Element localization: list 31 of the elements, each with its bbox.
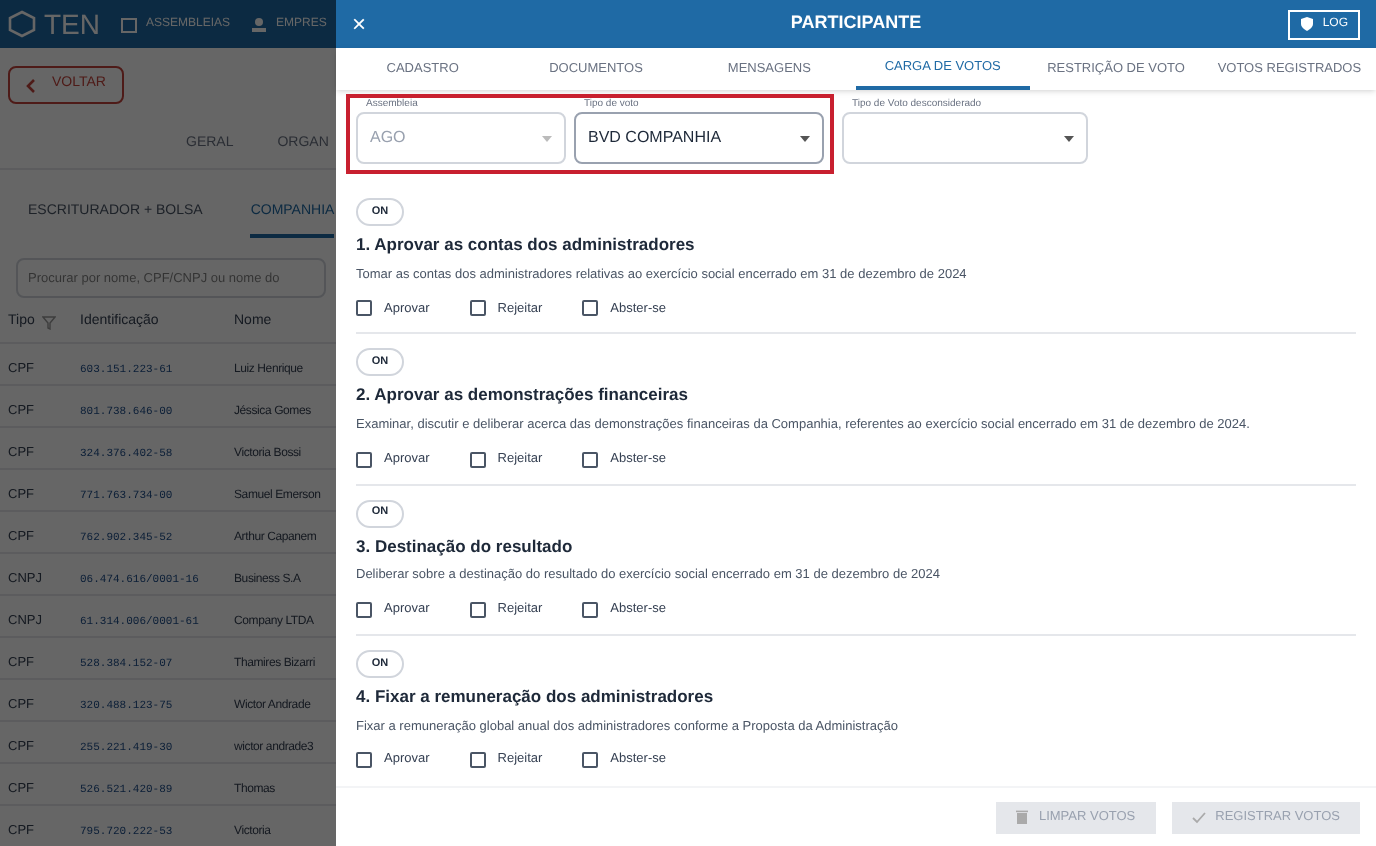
select-field[interactable] — [842, 112, 1088, 164]
checkbox[interactable] — [582, 300, 599, 317]
checkbox[interactable] — [469, 601, 486, 618]
trash-icon — [1016, 810, 1029, 824]
question-title: 1. Aprovar as contas dos administradores — [356, 232, 697, 258]
question-title: 4. Fixar a remuneração dos administradores — [356, 683, 716, 709]
dropdown-caret-icon — [542, 135, 552, 141]
calendar-icon — [120, 15, 138, 33]
drawer-title: PARTICIPANTE — [790, 10, 922, 37]
checkbox[interactable] — [469, 300, 486, 317]
close-button[interactable]: × — [352, 12, 367, 36]
checkbox[interactable] — [356, 451, 372, 468]
checkbox[interactable] — [582, 601, 599, 618]
dropdown-caret-icon — [800, 135, 810, 141]
logo-icon — [8, 10, 36, 38]
checkbox[interactable] — [582, 752, 599, 769]
person-icon — [250, 15, 269, 33]
checkbox[interactable] — [356, 300, 372, 317]
check-icon — [1191, 811, 1206, 823]
shield-icon — [1300, 16, 1315, 32]
checkbox[interactable] — [582, 451, 599, 468]
select-field: AGO — [356, 112, 566, 164]
chevron-left-icon — [26, 77, 36, 93]
logo-text: TEN — [44, 5, 100, 43]
question-title: 2. Aprovar as demonstrações financeiras — [356, 382, 690, 408]
checkbox[interactable] — [356, 752, 372, 769]
dropdown-caret-icon — [1064, 135, 1074, 141]
checkbox[interactable] — [356, 601, 372, 618]
question-title: 3. Destinação do resultado — [356, 533, 575, 559]
checkbox[interactable] — [469, 752, 486, 769]
checkbox[interactable] — [469, 451, 486, 468]
